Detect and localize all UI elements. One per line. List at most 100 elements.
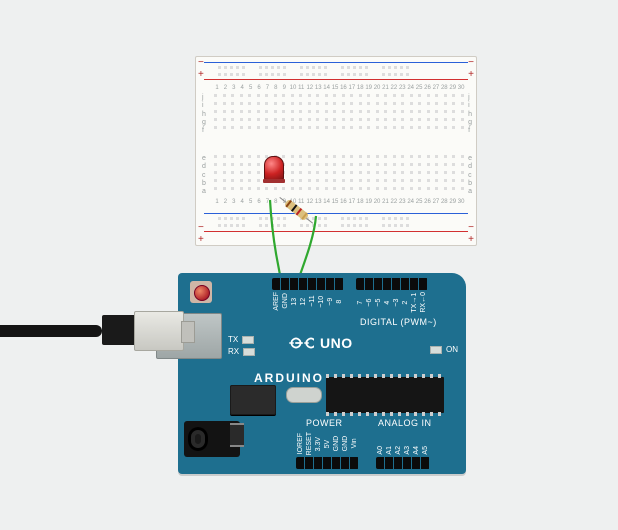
- pin-label: GND: [281, 292, 290, 311]
- tx-rx-leds: TX RX: [228, 335, 255, 359]
- bb-col-num: 16: [340, 85, 346, 91]
- bb-col-num: 11: [298, 85, 304, 91]
- pin-label: GND: [341, 432, 350, 455]
- pin-label: IOREF: [296, 432, 305, 455]
- rail-line-top-neg: [204, 62, 468, 64]
- usb-b-plug: [134, 311, 184, 351]
- rail-line-bot-pos: [204, 231, 468, 233]
- bb-col-num: 19: [365, 199, 371, 205]
- resistor-band-1: [286, 200, 293, 208]
- bb-col-num: 13: [315, 199, 321, 205]
- bb-row-lbl: e: [468, 155, 472, 162]
- bb-col-num: 3: [231, 199, 237, 205]
- pin-label: ~11: [308, 292, 317, 311]
- bb-col-num: 24: [407, 85, 413, 91]
- infinity-icon: [284, 335, 314, 351]
- bb-col-num: 15: [332, 85, 338, 91]
- bb-col-num: 17: [349, 199, 355, 205]
- pin-label: ~3: [392, 292, 401, 313]
- pin-labels-analog: A0A1A2A3A4A5: [376, 446, 430, 455]
- bb-row-lbl: b: [202, 180, 206, 187]
- bb-col-num: 22: [391, 199, 397, 205]
- bb-row-lbl: f: [202, 127, 206, 134]
- rail-line-bot-neg: [204, 213, 468, 215]
- bb-row-lbl: h: [468, 111, 472, 118]
- bb-col-num: 27: [433, 199, 439, 205]
- bb-row-lbl: a: [202, 188, 206, 195]
- bb-col-num: 14: [323, 85, 329, 91]
- circuit-diagram: − + − + 12345678910111213141516171819202…: [0, 0, 618, 530]
- bb-col-num: 7: [264, 199, 270, 205]
- rail-minus-tr: −: [468, 57, 474, 68]
- bb-col-num: 3: [231, 85, 237, 91]
- bb-col-num: 23: [399, 199, 405, 205]
- bb-col-num: 18: [357, 199, 363, 205]
- bb-col-num: 6: [256, 199, 262, 205]
- brand-text: ARDUINO: [254, 371, 324, 385]
- pin-label: A5: [421, 446, 430, 455]
- bb-col-num: 30: [458, 199, 464, 205]
- bb-col-num: 27: [433, 85, 439, 91]
- tx-led: [242, 336, 254, 344]
- bb-col-num: 20: [374, 199, 380, 205]
- header-power: [296, 457, 359, 469]
- pin-label: RESET: [305, 432, 314, 455]
- on-label: ON: [446, 345, 458, 354]
- bb-col-num: 4: [239, 199, 245, 205]
- pin-labels-digital-left: AREFGND1312~11~10~98: [272, 292, 344, 311]
- bb-col-num: 30: [458, 85, 464, 91]
- crystal-oscillator: [286, 387, 322, 403]
- bb-col-num: 12: [306, 199, 312, 205]
- bb-col-num: 28: [441, 85, 447, 91]
- bb-col-num: 23: [399, 85, 405, 91]
- bb-col-num: 5: [248, 85, 254, 91]
- pin-label: ~10: [317, 292, 326, 311]
- bb-col-num: 9: [281, 85, 287, 91]
- bb-row-lbl: j: [468, 94, 472, 101]
- bb-col-num: 7: [264, 85, 270, 91]
- bb-row-lbl: h: [202, 111, 206, 118]
- section-power: POWER: [306, 418, 343, 428]
- bb-row-lbl: g: [468, 119, 472, 126]
- pin-label: Vin: [350, 432, 359, 455]
- bb-col-num: 20: [374, 85, 380, 91]
- rail-plus-bl: +: [198, 234, 204, 245]
- header-digital-left: [272, 278, 344, 290]
- pin-label: 3.3V: [314, 432, 323, 455]
- rail-plus-br: +: [468, 234, 474, 245]
- breadboard: − + − + 12345678910111213141516171819202…: [195, 56, 477, 246]
- pin-label: ~5: [374, 292, 383, 313]
- bb-col-num: 11: [298, 199, 304, 205]
- rail-line-top-pos: [204, 79, 468, 81]
- pin-labels-digital-right: 7~6~54~32TX→1RX←0: [356, 292, 428, 313]
- atmega-dip: [326, 377, 444, 413]
- rail-plus-tl: +: [198, 69, 204, 80]
- arduino-logo: UNO: [284, 335, 353, 351]
- bb-col-num: 16: [340, 199, 346, 205]
- on-indicator: ON: [430, 345, 458, 354]
- pin-label: 12: [299, 292, 308, 311]
- bb-col-num: 17: [349, 85, 355, 91]
- regulator-chip: [230, 423, 244, 447]
- section-digital: DIGITAL (PWM~): [360, 317, 437, 327]
- model-text: UNO: [320, 335, 353, 351]
- pin-label: 13: [290, 292, 299, 311]
- bb-col-num: 19: [365, 85, 371, 91]
- pin-label: 5V: [323, 432, 332, 455]
- bb-col-num: 6: [256, 85, 262, 91]
- rx-led: [243, 348, 255, 356]
- bb-col-num: 8: [273, 85, 279, 91]
- rx-label: RX: [228, 347, 239, 356]
- bb-col-num: 28: [441, 199, 447, 205]
- usb-cord: [0, 325, 102, 337]
- bb-row-lbl: d: [202, 163, 206, 170]
- resistor-band-2: [291, 204, 298, 212]
- pin-label: 2: [401, 292, 410, 313]
- smd-chip: [230, 385, 276, 415]
- header-analog: [376, 457, 430, 469]
- reset-button[interactable]: [190, 281, 212, 303]
- bb-col-num: 10: [290, 85, 296, 91]
- pin-label: A1: [385, 446, 394, 455]
- bb-col-num: 25: [416, 199, 422, 205]
- pin-labels-power: IOREFRESET3.3V5VGNDGNDVin: [296, 432, 359, 455]
